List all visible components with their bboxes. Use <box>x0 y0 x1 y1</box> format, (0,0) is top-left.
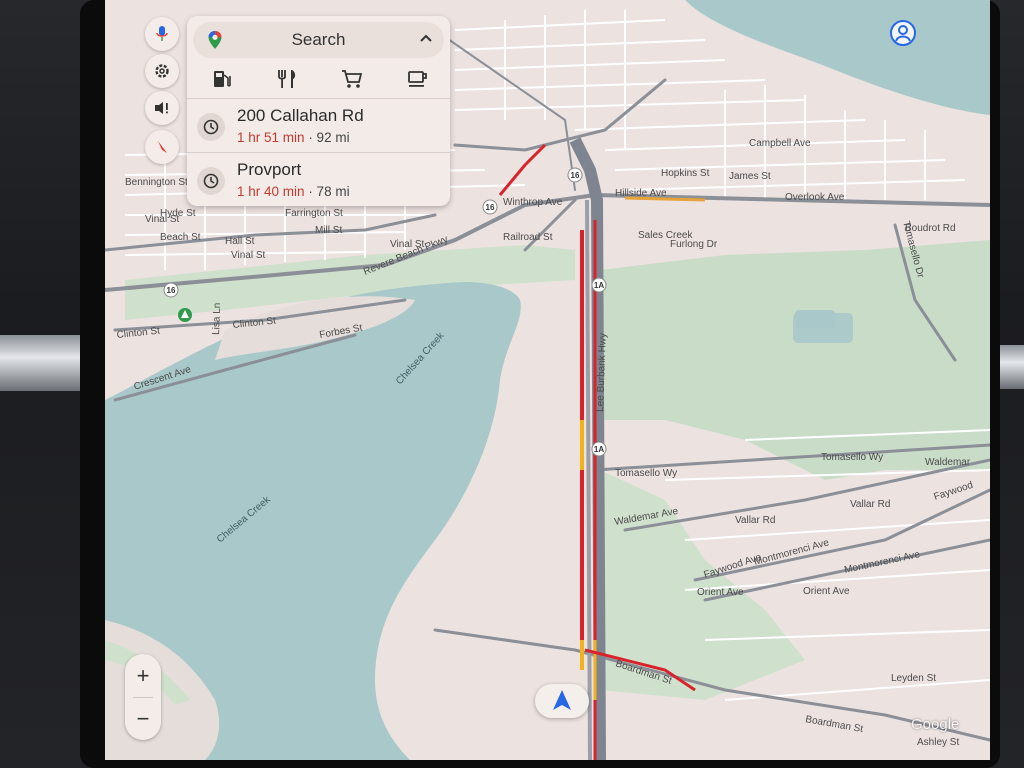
destination-name: Provport <box>237 160 302 179</box>
svg-text:Vallar Rd: Vallar Rd <box>735 515 775 526</box>
svg-text:1A: 1A <box>594 445 604 454</box>
svg-text:Lisa Ln: Lisa Ln <box>211 302 223 335</box>
route-shield-1a-b: 1A <box>591 441 607 457</box>
svg-text:Orient Ave: Orient Ave <box>803 586 850 597</box>
voice-search-button[interactable] <box>145 17 179 51</box>
microphone-icon <box>156 26 168 41</box>
account-icon[interactable] <box>886 16 920 50</box>
air-vent-left <box>0 335 80 391</box>
history-icon <box>197 167 225 195</box>
recent-destination-item[interactable]: Provport 1 hr 40 min · 78 mi <box>187 154 450 206</box>
zoom-control: + − <box>125 654 161 740</box>
svg-text:James St: James St <box>729 171 771 182</box>
svg-text:Beach St: Beach St <box>160 232 201 243</box>
svg-text:Hopkins St: Hopkins St <box>661 168 710 179</box>
compass-icon <box>158 141 167 153</box>
infotainment-screen: 1A 1A 16 16 16 Lee Burbank Hwy Revere Be… <box>105 0 990 760</box>
sound-alerts-button[interactable] <box>145 91 179 125</box>
route-shield-16-b: 16 <box>482 199 498 215</box>
destination-distance: · 78 mi <box>308 184 350 199</box>
destination-meta: 1 hr 51 min · 92 mi <box>237 130 350 145</box>
history-icon <box>197 113 225 141</box>
svg-text:1A: 1A <box>594 281 604 290</box>
svg-text:Hall St: Hall St <box>225 236 255 247</box>
svg-text:Farrington St: Farrington St <box>285 208 343 219</box>
gas-station-icon[interactable] <box>209 66 235 92</box>
destination-name: 200 Callahan Rd <box>237 106 364 125</box>
svg-text:Tomasello Wy: Tomasello Wy <box>615 468 677 479</box>
restaurant-icon[interactable] <box>275 66 301 92</box>
destination-eta: 1 hr 40 min <box>237 184 305 199</box>
svg-text:16: 16 <box>486 203 495 212</box>
pond-2 <box>793 313 853 343</box>
air-vent-right <box>1000 345 1024 389</box>
svg-text:16: 16 <box>167 286 176 295</box>
svg-text:Vinal St: Vinal St <box>145 214 180 225</box>
zoom-out-button[interactable]: − <box>125 697 161 740</box>
search-panel: Search 200 Callahan Rd 1 hr 51 min · 92 … <box>187 16 450 206</box>
svg-text:Railroad St: Railroad St <box>503 232 553 243</box>
svg-text:Winthrop Ave: Winthrop Ave <box>503 197 563 208</box>
current-location-marker[interactable] <box>535 684 589 718</box>
navigation-arrow-icon <box>553 690 571 710</box>
panel-divider <box>187 98 450 99</box>
svg-text:Vinal St: Vinal St <box>390 239 425 250</box>
route-shield-16-c: 16 <box>567 167 583 183</box>
svg-text:Sales Creek: Sales Creek <box>638 230 693 241</box>
panel-divider <box>187 152 450 153</box>
svg-text:Orient Ave: Orient Ave <box>697 587 744 598</box>
svg-text:16: 16 <box>571 171 580 180</box>
svg-text:Waldemar: Waldemar <box>925 457 971 468</box>
zoom-in-button[interactable]: + <box>125 654 161 697</box>
svg-text:Vinal St: Vinal St <box>231 250 266 261</box>
svg-text:Tomasello Wy: Tomasello Wy <box>821 452 883 463</box>
compass-button[interactable] <box>145 130 179 164</box>
route-shield-1a-a: 1A <box>591 277 607 293</box>
sound-alert-icon <box>155 102 168 114</box>
svg-text:Bennington St: Bennington St <box>125 177 188 188</box>
gear-icon <box>155 64 169 78</box>
svg-text:Vallar Rd: Vallar Rd <box>850 499 890 510</box>
svg-text:Mill St: Mill St <box>315 225 342 236</box>
svg-text:Hillside Ave: Hillside Ave <box>615 188 667 199</box>
destination-meta: 1 hr 40 min · 78 mi <box>237 184 350 199</box>
chevron-up-icon[interactable] <box>419 32 433 46</box>
search-bar[interactable]: Search <box>193 22 444 58</box>
destination-distance: · 92 mi <box>308 130 350 145</box>
settings-button[interactable] <box>145 54 179 88</box>
shopping-cart-icon[interactable] <box>339 66 365 92</box>
destination-eta: 1 hr 51 min <box>237 130 305 145</box>
google-attribution: Google <box>911 716 960 733</box>
svg-text:Leyden St: Leyden St <box>891 673 936 684</box>
route-shield-16-a: 16 <box>163 282 179 298</box>
recent-destination-item[interactable]: 200 Callahan Rd 1 hr 51 min · 92 mi <box>187 100 450 154</box>
svg-text:Overlook Ave: Overlook Ave <box>785 192 845 203</box>
svg-text:Ashley St: Ashley St <box>917 737 959 748</box>
search-label: Search <box>291 30 346 49</box>
svg-text:Campbell Ave: Campbell Ave <box>749 138 811 149</box>
coffee-icon[interactable] <box>405 66 431 92</box>
park-marker <box>178 308 192 322</box>
